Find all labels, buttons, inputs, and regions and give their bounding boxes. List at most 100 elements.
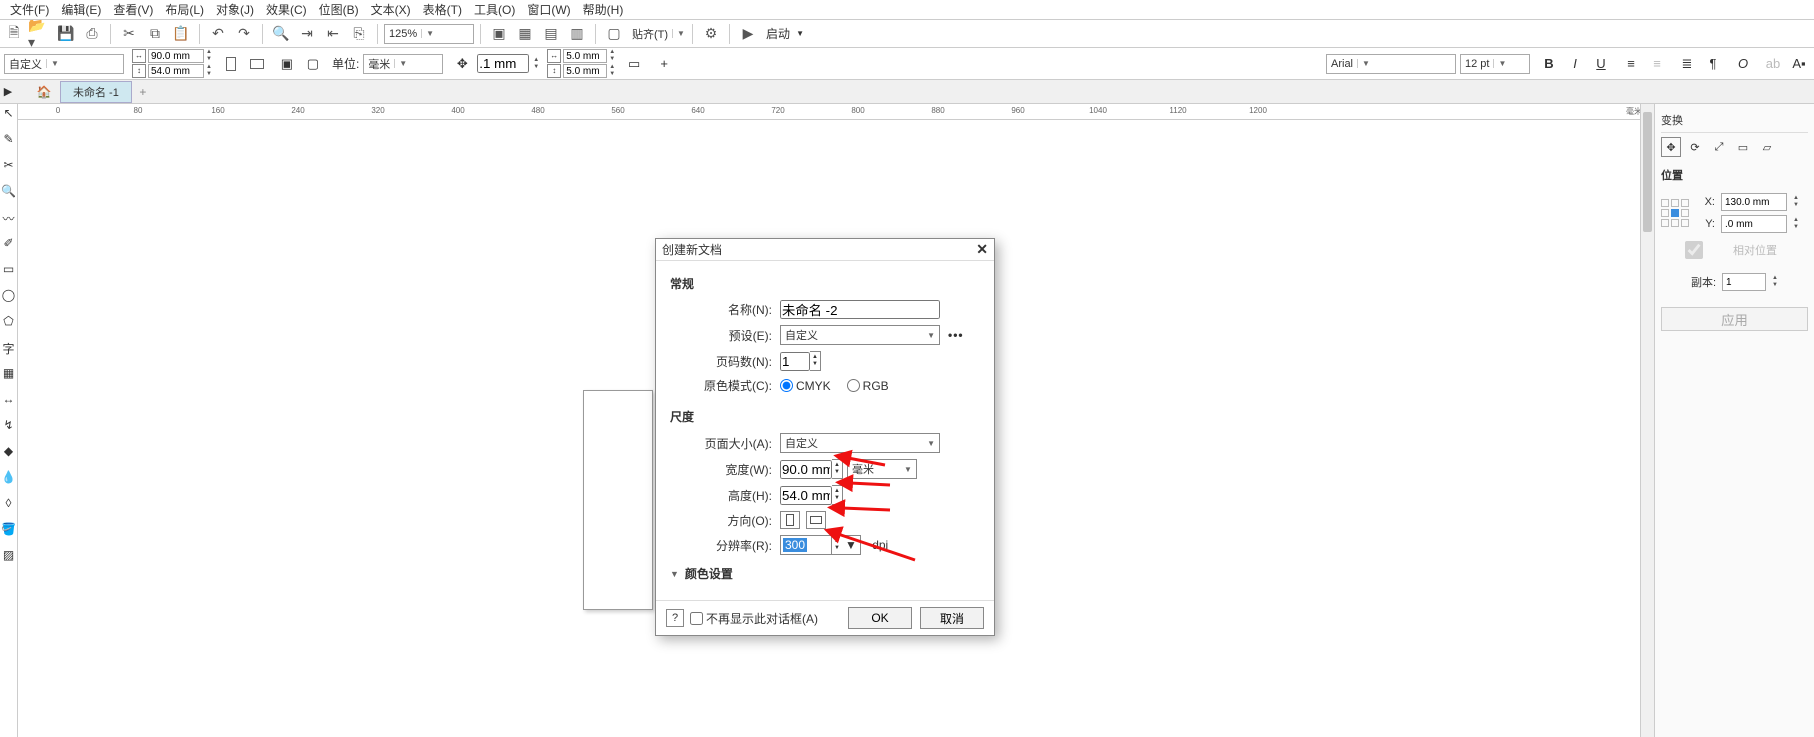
menu-view[interactable]: 查看(V): [107, 1, 159, 18]
close-icon[interactable]: ✕: [976, 241, 988, 258]
underline-icon[interactable]: U: [1590, 53, 1612, 75]
export-icon[interactable]: ⇤: [321, 22, 345, 46]
copies-input[interactable]: [1722, 273, 1766, 291]
dimension-tool-icon[interactable]: ↔: [1, 392, 17, 408]
ellipse-tool-icon[interactable]: ◯: [1, 288, 17, 304]
bold-icon[interactable]: B: [1538, 53, 1560, 75]
y-input[interactable]: [1721, 215, 1787, 233]
treat-as-objects-icon[interactable]: ▭: [623, 53, 645, 75]
snap-dropdown[interactable]: 贴齐(T)▼: [628, 24, 686, 44]
italic-icon[interactable]: I: [1564, 53, 1586, 75]
page-preset-combo[interactable]: 自定义▼: [4, 54, 124, 74]
pages-input[interactable]: [780, 352, 810, 371]
transform-rotate-icon[interactable]: ⟳: [1685, 137, 1705, 157]
transform-size-icon[interactable]: ▭: [1733, 137, 1753, 157]
transform-position-icon[interactable]: ✥: [1661, 137, 1681, 157]
import-icon[interactable]: ⇥: [295, 22, 319, 46]
width-input[interactable]: [780, 460, 832, 479]
crop-tool-icon[interactable]: ✂: [1, 158, 17, 174]
new-icon[interactable]: 🗎: [2, 22, 26, 46]
transform-scale-icon[interactable]: ⤢: [1709, 137, 1729, 157]
print-icon[interactable]: ⎙: [80, 22, 104, 46]
color-settings-label[interactable]: 颜色设置: [685, 565, 733, 582]
font-size-combo[interactable]: 12 pt▼: [1460, 54, 1530, 74]
table-tool-icon[interactable]: ▦: [1, 366, 17, 382]
all-pages-icon[interactable]: ▣: [276, 53, 298, 75]
pagesize-dropdown[interactable]: 自定义▼: [780, 433, 940, 453]
home-tab-icon[interactable]: 🏠: [32, 81, 56, 103]
launch-icon[interactable]: ▶: [736, 22, 760, 46]
orient-landscape-button[interactable]: [806, 511, 826, 529]
menu-bitmap[interactable]: 位图(B): [313, 1, 365, 18]
pick-tool-icon[interactable]: ↖: [1, 106, 17, 122]
page-width-input[interactable]: [148, 49, 204, 63]
welcome-tab-icon[interactable]: ▶: [0, 81, 16, 103]
polygon-tool-icon[interactable]: ⬠: [1, 314, 17, 330]
grid-icon[interactable]: ▦: [513, 22, 537, 46]
text-options-icon[interactable]: O: [1732, 53, 1754, 75]
undo-icon[interactable]: ↶: [206, 22, 230, 46]
fullscreen-icon[interactable]: ▣: [487, 22, 511, 46]
dup-x-input[interactable]: [563, 49, 607, 63]
outline-tool-icon[interactable]: ◊: [1, 496, 17, 512]
page-height-input[interactable]: [148, 64, 204, 78]
rectangle-tool-icon[interactable]: ▭: [1, 262, 17, 278]
fill-tool-icon[interactable]: 🪣: [1, 522, 17, 538]
options-icon[interactable]: ⚙: [699, 22, 723, 46]
redo-icon[interactable]: ↷: [232, 22, 256, 46]
save-icon[interactable]: 💾: [54, 22, 78, 46]
dropcap-icon[interactable]: ¶: [1702, 53, 1724, 75]
colormode-rgb-radio[interactable]: RGB: [847, 379, 889, 393]
snap-icon[interactable]: ▢: [602, 22, 626, 46]
anchor-grid[interactable]: [1661, 199, 1689, 227]
font-combo[interactable]: Arial▼: [1326, 54, 1456, 74]
zoom-tool-icon[interactable]: 🔍: [1, 184, 17, 200]
menu-edit[interactable]: 编辑(E): [55, 1, 107, 18]
current-page-icon[interactable]: ▢: [302, 53, 324, 75]
dropper-tool-icon[interactable]: 💧: [1, 470, 17, 486]
menu-file[interactable]: 文件(F): [4, 1, 55, 18]
bullet-list-icon[interactable]: ≣: [1676, 53, 1698, 75]
copy-icon[interactable]: ⧉: [143, 22, 167, 46]
orient-portrait-button[interactable]: [780, 511, 800, 529]
connector-tool-icon[interactable]: ↯: [1, 418, 17, 434]
menu-text[interactable]: 文本(X): [365, 1, 417, 18]
width-units-dropdown[interactable]: 毫米▼: [847, 459, 917, 479]
ok-button[interactable]: OK: [848, 607, 912, 629]
align-none-icon[interactable]: ≡: [1646, 53, 1668, 75]
units-combo[interactable]: 毫米▼: [363, 54, 443, 74]
vertical-scrollbar[interactable]: [1640, 104, 1654, 737]
shape-tool-icon[interactable]: ✎: [1, 132, 17, 148]
x-input[interactable]: [1721, 193, 1787, 211]
search-icon[interactable]: 🔍: [269, 22, 293, 46]
nudge-input[interactable]: [477, 54, 529, 73]
menu-object[interactable]: 对象(J): [210, 1, 260, 18]
orientation-landscape-button[interactable]: [246, 53, 268, 75]
chevron-down-icon[interactable]: ▼: [670, 569, 679, 579]
help-button[interactable]: ?: [666, 609, 684, 627]
paste-icon[interactable]: 📋: [169, 22, 193, 46]
new-tab-button[interactable]: +: [134, 85, 152, 99]
text-tool-icon[interactable]: 字: [1, 340, 17, 356]
document-tab-1[interactable]: 未命名 -1: [60, 81, 132, 103]
noshow-checkbox[interactable]: 不再显示此对话框(A): [690, 610, 818, 627]
interactive-fill-icon[interactable]: ◆: [1, 444, 17, 460]
rulers-icon[interactable]: ▤: [539, 22, 563, 46]
menu-tools[interactable]: 工具(O): [468, 1, 521, 18]
cancel-button[interactable]: 取消: [920, 607, 984, 629]
publish-icon[interactable]: ⎘: [347, 22, 371, 46]
preset-more-icon[interactable]: •••: [944, 328, 968, 342]
menu-layout[interactable]: 布局(L): [159, 1, 210, 18]
menu-help[interactable]: 帮助(H): [577, 1, 630, 18]
edit-text-icon[interactable]: ab: [1762, 53, 1784, 75]
launch-dropdown-icon[interactable]: ▼: [796, 29, 804, 38]
name-input[interactable]: [780, 300, 940, 319]
add-icon[interactable]: +: [653, 53, 675, 75]
orientation-portrait-button[interactable]: [220, 53, 242, 75]
height-input[interactable]: [780, 486, 832, 505]
menu-window[interactable]: 窗口(W): [521, 1, 576, 18]
menu-effects[interactable]: 效果(C): [260, 1, 313, 18]
transform-skew-icon[interactable]: ▱: [1757, 137, 1777, 157]
apply-button[interactable]: 应用: [1661, 307, 1808, 331]
guides-icon[interactable]: ▥: [565, 22, 589, 46]
